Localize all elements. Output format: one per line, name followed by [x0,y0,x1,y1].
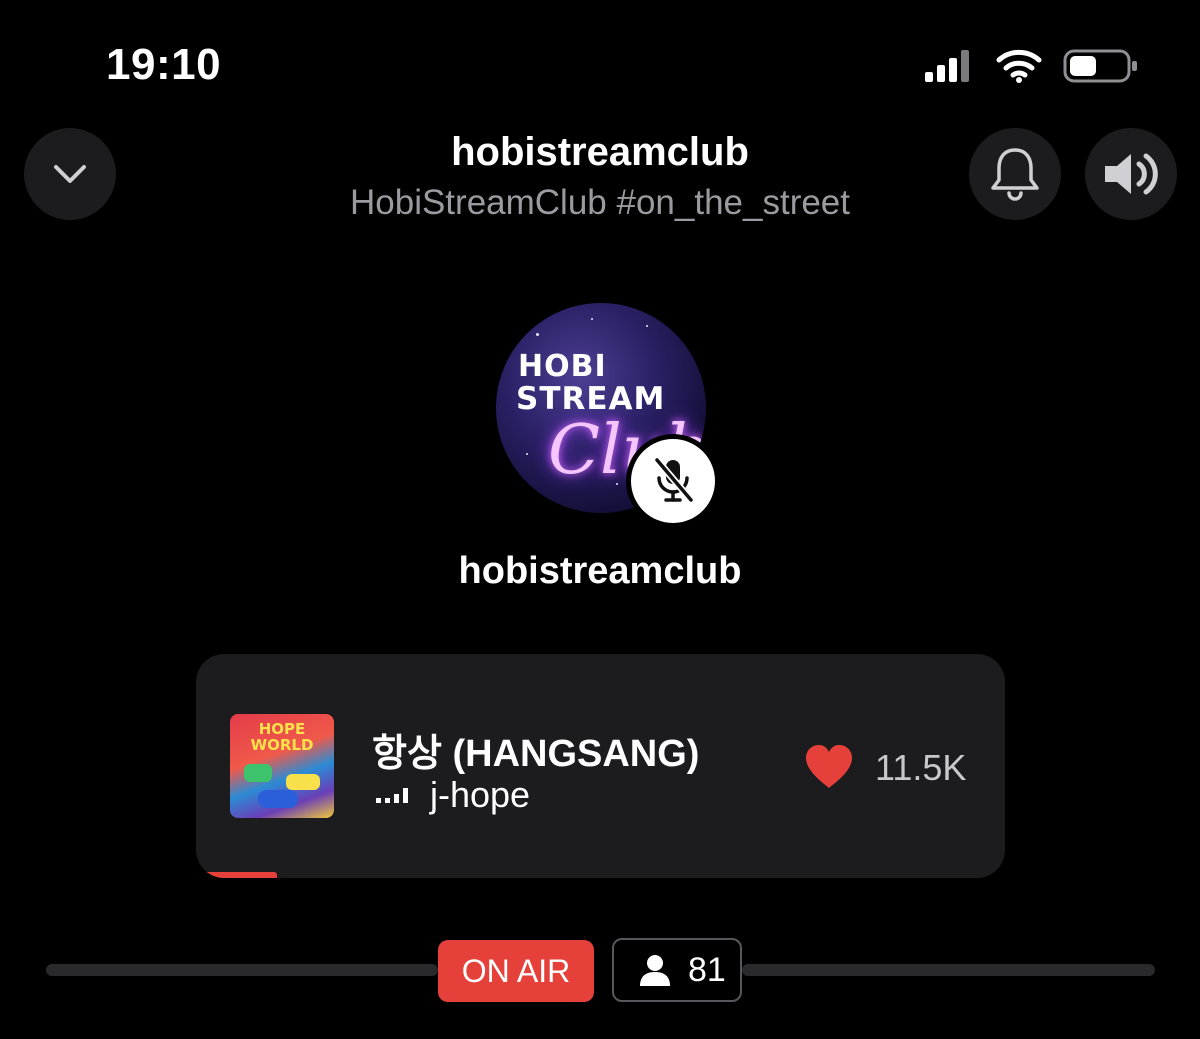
mic-muted-icon [653,456,695,504]
volume-button[interactable] [1085,128,1177,220]
track-progress-bar [196,872,277,878]
speaker-icon [1105,153,1158,195]
listener-count: 81 [688,950,726,989]
album-art: HOPE WORLD [230,714,334,818]
cellular-signal-icon [925,50,969,82]
album-art-text-2: WORLD [250,736,314,754]
bell-icon [991,148,1039,201]
heart-icon[interactable] [804,744,854,790]
avatar-logo-line-1: HOBI [518,349,607,384]
track-title: 항상 (HANGSANG) [372,733,700,775]
like-count: 11.5K [875,747,967,788]
divider-right [742,964,1155,976]
track-artist: j-hope [430,774,531,815]
person-icon [640,955,670,986]
host-name: hobistreamclub [458,550,742,592]
on-air-badge: ON AIR [438,940,594,1002]
status-time: 19:10 [106,40,222,89]
mic-status-badge [626,434,720,528]
wifi-icon [996,49,1042,83]
divider-left [46,964,438,976]
battery-icon [1063,49,1137,83]
equalizer-icon [376,788,408,803]
notifications-button[interactable] [969,128,1061,220]
listener-count-badge[interactable]: 81 [612,938,742,1002]
